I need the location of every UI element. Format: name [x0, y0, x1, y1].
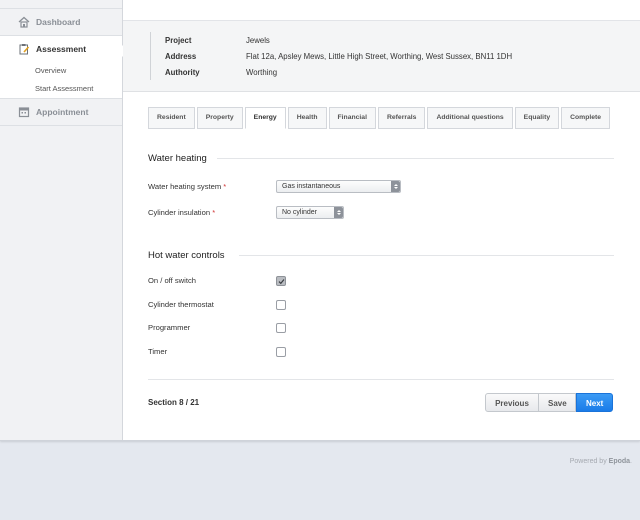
select-value: Gas instantaneous — [282, 183, 341, 190]
info-row-project: Project Jewels — [165, 36, 270, 45]
project-info-panel: Project Jewels Address Flat 12a, Apsley … — [123, 21, 640, 92]
next-button[interactable]: Next — [576, 393, 613, 412]
footer-divider — [148, 379, 614, 380]
section-counter: Section 8 / 21 — [148, 398, 200, 407]
section-title-water-heating: Water heating — [148, 153, 207, 164]
sidebar-item-label: Appointment — [36, 107, 89, 117]
section-title-hot-water-controls: Hot water controls — [148, 250, 225, 261]
tab-financial[interactable]: Financial — [328, 107, 376, 129]
field-label-text: Cylinder insulation — [148, 208, 211, 217]
save-button[interactable]: Save — [539, 393, 576, 412]
hot-water-item-label: On / off switch — [148, 276, 196, 285]
tab-property[interactable]: Property — [196, 107, 243, 129]
brand-link[interactable]: Epoda — [609, 458, 630, 465]
address-label: Address — [165, 52, 197, 61]
water-heating-system-select[interactable]: Gas instantaneous — [276, 180, 401, 193]
powered-suffix: . — [630, 458, 632, 465]
clipboard-icon — [18, 43, 30, 55]
project-label: Project — [165, 36, 192, 45]
section-divider — [217, 158, 614, 159]
sidebar-item-appointment[interactable]: Appointment — [0, 99, 122, 126]
field-label-text: Water heating system — [148, 182, 222, 191]
select-arrows-icon — [391, 181, 400, 192]
main-content: Project Jewels Address Flat 12a, Apsley … — [123, 0, 640, 440]
previous-button[interactable]: Previous — [485, 393, 539, 412]
timer-checkbox[interactable] — [276, 347, 286, 357]
sidebar-item-label: Assessment — [36, 44, 87, 54]
sidebar-item-assessment[interactable]: Assessment — [0, 36, 122, 62]
sidebar-item-label: Dashboard — [36, 17, 81, 27]
sidebar-subitem-start-assessment[interactable]: Start Assessment — [0, 80, 122, 98]
hot-water-item-label: Programmer — [148, 323, 191, 332]
select-value: No cylinder — [282, 209, 318, 216]
section-divider — [239, 255, 614, 256]
sidebar-group-assessment: Assessment Overview Start Assessment — [0, 36, 123, 99]
powered-prefix: Powered by — [569, 458, 609, 465]
divider — [150, 32, 151, 80]
programmer-checkbox[interactable] — [276, 323, 286, 333]
required-marker: * — [223, 182, 227, 191]
tab-health[interactable]: Health — [287, 107, 327, 129]
tab-energy[interactable]: Energy — [244, 107, 286, 129]
project-value: Jewels — [246, 36, 270, 45]
cylinder-insulation-select[interactable]: No cylinder — [276, 206, 344, 219]
powered-by: Powered by Epoda. — [570, 458, 632, 465]
section-tabs: Resident Property Energy Health Financia… — [148, 107, 612, 129]
select-arrows-icon — [334, 207, 343, 218]
tab-additional-questions[interactable]: Additional questions — [427, 107, 513, 129]
authority-value: Worthing — [246, 68, 278, 77]
info-row-address: Address Flat 12a, Apsley Mews, Little Hi… — [165, 52, 512, 61]
cylinder-thermostat-checkbox[interactable] — [276, 300, 286, 310]
tab-complete[interactable]: Complete — [561, 107, 611, 129]
check-icon — [278, 278, 284, 284]
address-value: Flat 12a, Apsley Mews, Little High Stree… — [246, 52, 513, 61]
sidebar: Dashboard Assessment Overview Start Asse… — [0, 0, 123, 440]
top-bar — [123, 0, 640, 21]
cylinder-insulation-label: Cylinder insulation * — [148, 208, 215, 217]
tab-equality[interactable]: Equality — [514, 107, 560, 129]
hot-water-item-label: Timer — [148, 347, 168, 356]
navigation-buttons: Previous Save Next — [485, 393, 613, 412]
authority-label: Authority — [165, 68, 200, 77]
info-row-authority: Authority Worthing — [165, 68, 277, 77]
water-heating-system-label: Water heating system * — [148, 182, 226, 191]
sidebar-item-dashboard[interactable]: Dashboard — [0, 8, 122, 36]
sidebar-subitem-overview[interactable]: Overview — [0, 62, 122, 80]
home-icon — [18, 16, 30, 28]
tab-referrals[interactable]: Referrals — [377, 107, 426, 129]
required-marker: * — [212, 208, 216, 217]
tab-resident[interactable]: Resident — [148, 107, 195, 129]
calendar-icon — [18, 106, 30, 118]
hot-water-item-label: Cylinder thermostat — [148, 300, 214, 309]
app-window: Dashboard Assessment Overview Start Asse… — [0, 0, 640, 441]
on-off-switch-checkbox[interactable] — [276, 276, 286, 286]
